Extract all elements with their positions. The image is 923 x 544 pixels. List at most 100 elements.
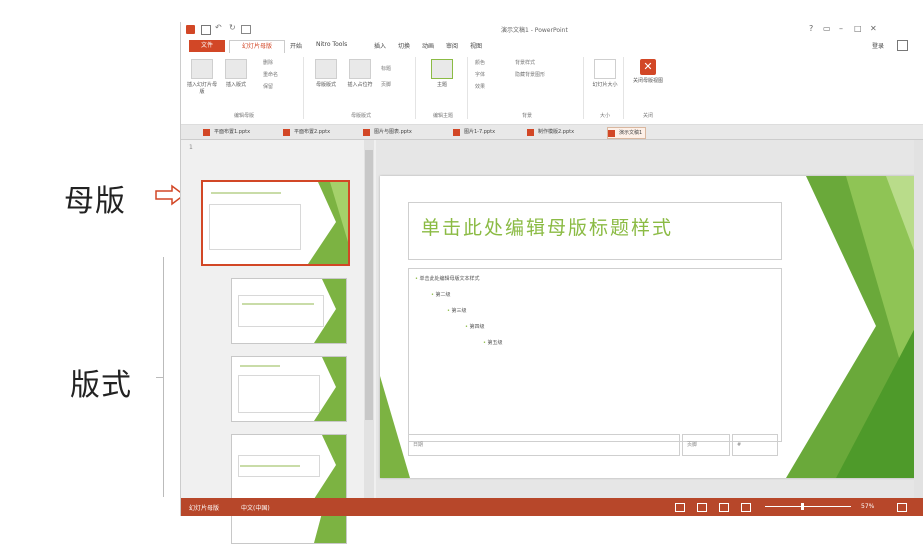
doc-tab-label: 平面布置2.pptx (294, 129, 331, 135)
tab-home[interactable]: 开始 (287, 41, 305, 53)
language-label[interactable]: 中文(中国) (241, 503, 270, 512)
doc-tab[interactable]: 图片1-7.pptx (453, 127, 495, 137)
maximize-icon[interactable]: □ (854, 24, 862, 33)
group-master-layout: 母版版式 插入占位符 标题 页脚 母版版式 (307, 57, 416, 119)
undo-icon[interactable]: ↶ (215, 23, 224, 32)
thumbnail-scrollbar[interactable] (364, 140, 374, 498)
doc-tab[interactable]: 平面布置2.pptx (283, 127, 330, 137)
zoom-slider[interactable] (765, 506, 851, 507)
rename-button[interactable]: 重命名 (263, 71, 278, 79)
thumb-body-box (238, 455, 320, 477)
level-1-label: 单击此处编辑母版文本样式 (419, 276, 480, 282)
layout-thumbnail[interactable] (231, 356, 347, 422)
account-link[interactable]: 登录 (869, 41, 887, 53)
title-placeholder[interactable]: 单击此处编辑母版标题样式 (408, 202, 782, 260)
document-tabs: 平面布置1.pptx 平面布置2.pptx 图片与图表.pptx 图片1-7.p… (181, 125, 923, 140)
level-3-label: 第三级 (451, 308, 467, 314)
text-level-2: • 第二级 (431, 292, 451, 298)
bracket-tick (156, 377, 164, 378)
footer-checkbox[interactable]: 页脚 (381, 81, 391, 89)
insert-master-label: 插入幻灯片母版 (187, 82, 218, 95)
colors-button[interactable]: 颜色 (475, 59, 485, 67)
master-layout-button[interactable]: 母版版式 (311, 59, 341, 88)
hide-background-checkbox[interactable]: 隐藏背景图形 (515, 71, 545, 79)
fit-to-window-icon[interactable] (897, 503, 907, 512)
tab-slide-master[interactable]: 幻灯片母版 (229, 40, 285, 53)
slide-scrollbar[interactable] (914, 140, 923, 498)
redo-icon[interactable]: ↻ (229, 23, 238, 32)
tab-transitions[interactable]: 切换 (395, 41, 413, 53)
ribbon-display-icon[interactable]: ▭ (823, 24, 831, 33)
doc-tab[interactable]: 平面布置1.pptx (203, 127, 250, 137)
ppt-file-icon (283, 129, 290, 136)
insert-layout-button[interactable]: 插入版式 (221, 59, 251, 88)
footer-placeholder[interactable]: 页脚 (682, 434, 730, 456)
tab-nitro-tools[interactable]: Nitro Tools (313, 41, 350, 53)
help-icon[interactable]: ? (809, 24, 813, 33)
doc-tab-active[interactable]: 演示文稿1 (607, 127, 647, 139)
insert-master-button[interactable]: 插入幻灯片母版 (187, 59, 217, 95)
tab-insert[interactable]: 插入 (371, 41, 389, 53)
title-checkbox[interactable]: 标题 (381, 65, 391, 73)
level-2-label: 第二级 (435, 292, 451, 298)
slide-master-canvas[interactable]: 单击此处编辑母版标题样式 • 单击此处编辑母版文本样式 • 第二级 • 第三级 … (380, 176, 916, 478)
layout-annotation: 版式 (70, 368, 132, 403)
normal-view-icon[interactable] (675, 503, 685, 512)
tab-file[interactable]: 文件 (189, 40, 225, 52)
thumb-body-box (238, 295, 324, 327)
zoom-slider-handle[interactable] (801, 503, 804, 510)
close-master-view-button[interactable]: ✕ 关闭母版视图 (629, 59, 667, 84)
layout-thumbnail[interactable] (231, 512, 347, 544)
insert-placeholder-label: 插入占位符 (347, 82, 373, 88)
layout-thumbnail[interactable] (231, 434, 347, 500)
slide-number-placeholder[interactable]: # (732, 434, 778, 456)
group-background: 颜色 字体 效果 背景样式 隐藏背景图形 背景 (471, 57, 584, 119)
master-thumbnail[interactable] (201, 180, 350, 266)
scrollbar-thumb[interactable] (365, 150, 373, 420)
layout-thumbnail[interactable] (231, 278, 347, 344)
text-level-4: • 第四级 (465, 324, 485, 330)
minimize-icon[interactable]: – (839, 24, 843, 33)
doc-tab[interactable]: 图片与图表.pptx (363, 127, 412, 137)
green-decoration (314, 435, 346, 499)
doc-tab[interactable]: 制作模版2.pptx (527, 127, 574, 137)
slideshow-view-icon[interactable] (741, 503, 751, 512)
delete-button[interactable]: 删除 (263, 59, 273, 67)
group-label: 关闭 (642, 113, 653, 119)
tab-review[interactable]: 审阅 (443, 41, 461, 53)
green-decoration (314, 513, 346, 543)
close-master-icon: ✕ (640, 59, 656, 75)
user-icon[interactable] (897, 40, 908, 51)
tab-animations[interactable]: 动画 (419, 41, 437, 53)
ppt-file-icon (608, 130, 615, 137)
group-edit-theme: 主题 编辑主题 (419, 57, 468, 119)
tab-view[interactable]: 视图 (467, 41, 485, 53)
insert-master-icon (191, 59, 213, 79)
themes-button[interactable]: 主题 (425, 59, 459, 88)
close-master-view-label: 关闭母版视图 (632, 78, 663, 84)
doc-tab-label: 平面布置1.pptx (214, 129, 251, 135)
body-placeholder[interactable]: • 单击此处编辑母版文本样式 • 第二级 • 第三级 • 第四级 • 第五级 (408, 268, 782, 442)
green-decoration (314, 357, 346, 421)
insert-layout-icon (225, 59, 247, 79)
background-styles-button[interactable]: 背景样式 (515, 59, 535, 67)
date-placeholder[interactable]: 日期 (408, 434, 680, 456)
fonts-button[interactable]: 字体 (475, 71, 485, 79)
insert-placeholder-button[interactable]: 插入占位符 (345, 59, 375, 88)
slide-size-button[interactable]: 幻灯片大小 (589, 59, 621, 88)
thumb-body-box (238, 375, 320, 413)
title-bar: ↶ ↻ 演示文稿1 - PowerPoint ? ▭ – □ ✕ (181, 22, 923, 38)
save-icon[interactable] (201, 25, 211, 35)
slide-sorter-icon[interactable] (697, 503, 707, 512)
thumbnail-pane[interactable]: 1 (181, 140, 376, 544)
powerpoint-logo-icon (186, 25, 195, 34)
slideshow-icon[interactable] (241, 25, 251, 34)
text-level-3: • 第三级 (447, 308, 467, 314)
reading-view-icon[interactable] (719, 503, 729, 512)
close-icon[interactable]: ✕ (870, 24, 877, 33)
ribbon-tabs: 文件 幻灯片母版 开始 Nitro Tools 插入 切换 动画 审阅 视图 登… (181, 38, 923, 53)
preserve-button[interactable]: 保留 (263, 83, 273, 91)
level-4-label: 第四级 (469, 324, 485, 330)
effects-button[interactable]: 效果 (475, 83, 485, 91)
zoom-level[interactable]: 57% (861, 503, 874, 510)
